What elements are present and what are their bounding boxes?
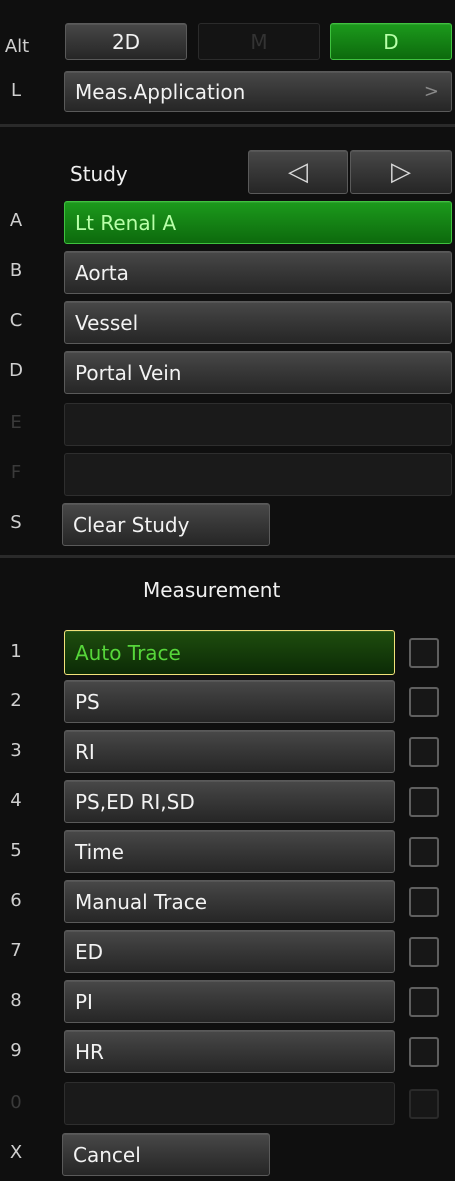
meas-item-hr[interactable]: HR <box>64 1030 395 1073</box>
meas-key-1: 1 <box>10 641 22 662</box>
cancel-button[interactable]: Cancel <box>62 1133 270 1176</box>
meas-item-manual-trace[interactable]: Manual Trace <box>64 880 395 923</box>
meas-key-9: 9 <box>10 1040 22 1061</box>
empty-0-checkbox[interactable] <box>409 1089 439 1119</box>
study-prev-button[interactable]: ◁ <box>248 150 348 194</box>
section-divider <box>0 555 455 558</box>
study-item-portal-vein[interactable]: Portal Vein <box>64 351 452 394</box>
ps-ed-ri-sd-checkbox[interactable] <box>409 787 439 817</box>
meas-application-label: Meas.Application <box>75 79 246 104</box>
clear-study-button[interactable]: Clear Study <box>62 503 270 546</box>
study-item-empty-e[interactable] <box>64 403 452 446</box>
mode-2d-button[interactable]: 2D <box>65 23 187 60</box>
meas-item-auto-trace[interactable]: Auto Trace <box>64 630 395 675</box>
cancel-key: X <box>9 1142 23 1163</box>
triangle-right-icon: ▷ <box>391 157 411 187</box>
meas-item-time[interactable]: Time <box>64 830 395 873</box>
meas-key-0: 0 <box>10 1092 22 1113</box>
ps-checkbox[interactable] <box>409 687 439 717</box>
hr-checkbox[interactable] <box>409 1037 439 1067</box>
study-next-button[interactable]: ▷ <box>350 150 452 194</box>
auto-trace-checkbox[interactable] <box>409 638 439 668</box>
meas-key-4: 4 <box>10 790 22 811</box>
meas-key-3: 3 <box>10 740 22 761</box>
meas-key-8: 8 <box>10 990 22 1011</box>
study-item-vessel[interactable]: Vessel <box>64 301 452 344</box>
study-item-aorta[interactable]: Aorta <box>64 251 452 294</box>
meas-item-ed[interactable]: ED <box>64 930 395 973</box>
meas-key-7: 7 <box>10 940 22 961</box>
chevron-right-icon: > <box>423 81 439 102</box>
study-key-a: A <box>9 210 23 231</box>
study-heading: Study <box>70 162 128 186</box>
clear-study-key: S <box>10 512 22 533</box>
study-key-c: C <box>9 310 23 331</box>
study-key-d: D <box>9 360 23 381</box>
measurement-heading: Measurement <box>143 578 281 602</box>
meas-item-pi[interactable]: PI <box>64 980 395 1023</box>
meas-item-ri[interactable]: RI <box>64 730 395 773</box>
triangle-left-icon: ◁ <box>288 157 308 187</box>
mode-m-button[interactable]: M <box>198 23 320 60</box>
manual-trace-checkbox[interactable] <box>409 887 439 917</box>
study-key-b: B <box>9 260 23 281</box>
time-checkbox[interactable] <box>409 837 439 867</box>
ed-checkbox[interactable] <box>409 937 439 967</box>
meas-key-2: 2 <box>10 690 22 711</box>
mode-d-button[interactable]: D <box>330 23 452 60</box>
study-key-f: F <box>10 462 22 483</box>
meas-item-ps-ed-ri-sd[interactable]: PS,ED RI,SD <box>64 780 395 823</box>
section-divider <box>0 124 455 127</box>
app-key-label: L <box>10 80 22 101</box>
ri-checkbox[interactable] <box>409 737 439 767</box>
study-key-e: E <box>10 412 22 433</box>
pi-checkbox[interactable] <box>409 987 439 1017</box>
meas-item-empty-0[interactable] <box>64 1082 395 1125</box>
meas-item-ps[interactable]: PS <box>64 680 395 723</box>
study-item-empty-f[interactable] <box>64 453 452 496</box>
alt-key-label: Alt <box>4 36 30 57</box>
meas-key-6: 6 <box>10 890 22 911</box>
meas-application-button[interactable]: Meas.Application > <box>64 71 452 112</box>
meas-key-5: 5 <box>10 840 22 861</box>
study-item-lt-renal-a[interactable]: Lt Renal A <box>64 201 452 244</box>
